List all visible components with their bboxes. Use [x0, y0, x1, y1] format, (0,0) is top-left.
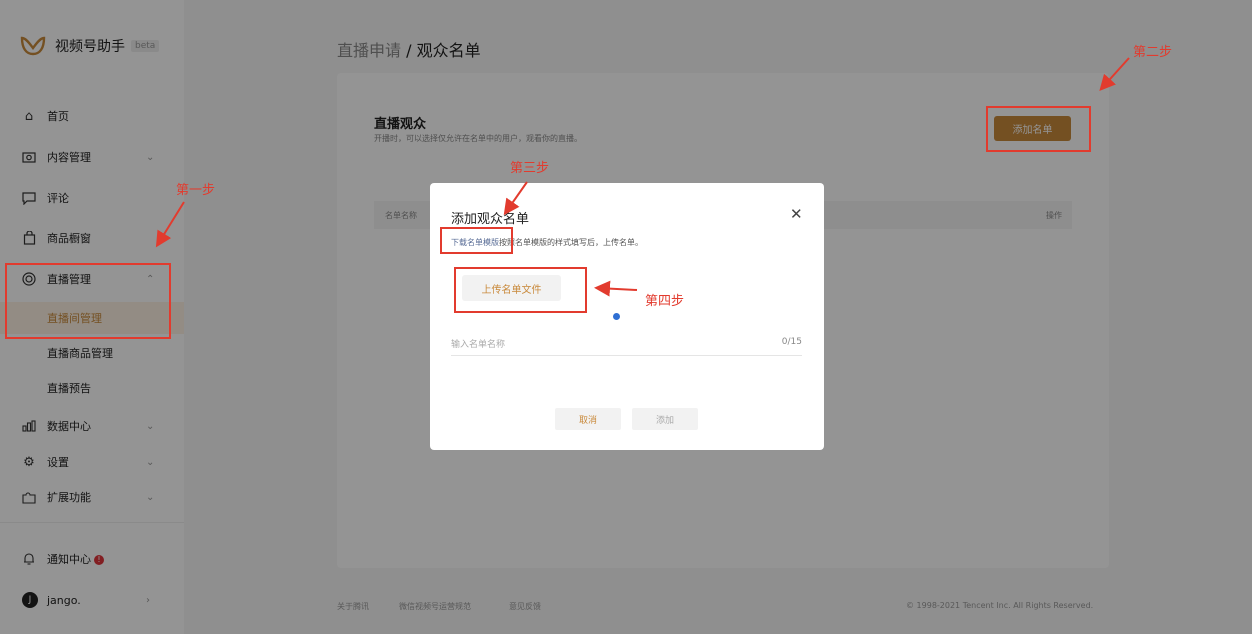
arrow-step3: [503, 181, 528, 216]
arrow-step4: [594, 280, 638, 297]
arrow-step1: [155, 201, 185, 248]
arrow-step2: [1099, 57, 1130, 91]
annotation-arrows: [155, 57, 1130, 297]
